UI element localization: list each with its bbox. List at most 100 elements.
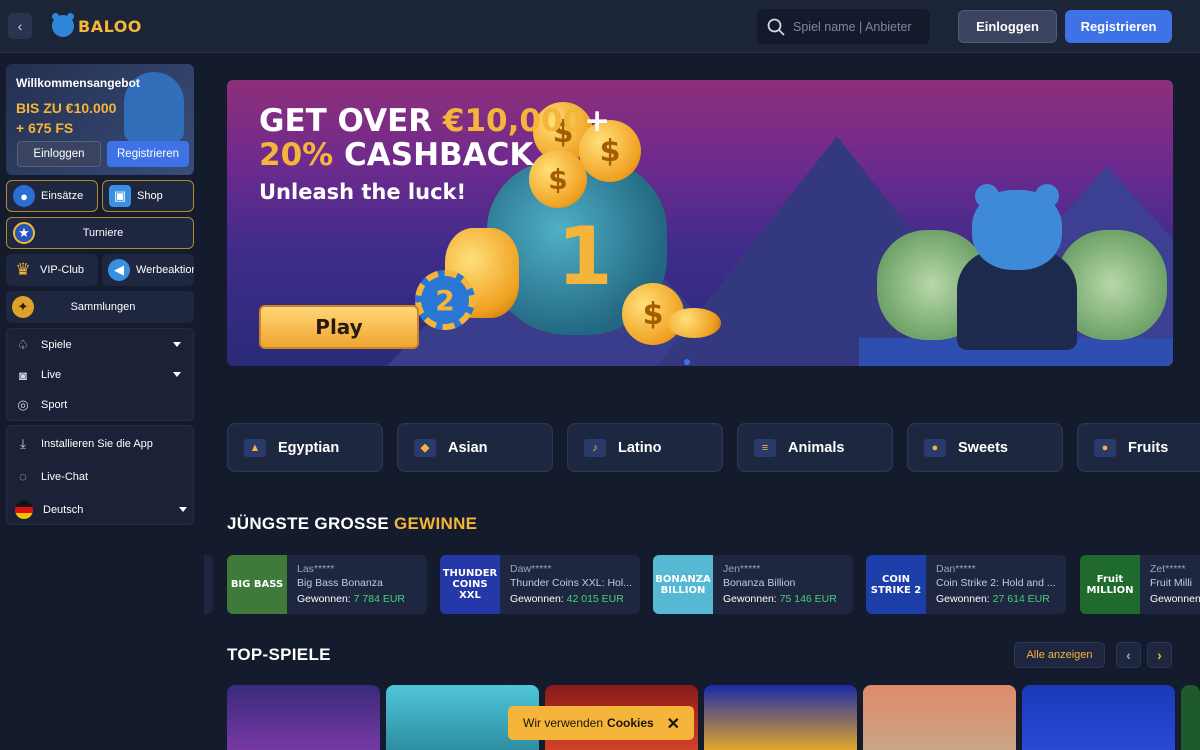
close-icon[interactable]: ✕: [667, 714, 680, 734]
welcome-login-button[interactable]: Einloggen: [17, 141, 101, 167]
chevron-down-icon: [179, 507, 187, 512]
tile-label: Shop: [137, 190, 163, 202]
win-game: Fruit Milli: [1150, 577, 1192, 589]
sidebar-item-live[interactable]: ◙ Live: [7, 360, 193, 390]
category-label: Egyptian: [278, 439, 340, 456]
sidebar-item-label: Live-Chat: [41, 470, 89, 483]
category-asian[interactable]: ◆ Asian: [397, 423, 553, 472]
win-card-partial[interactable]: Fruit MILLION Zet***** Fruit Milli Gewon…: [1080, 555, 1200, 614]
won-label: Gewonnen:: [936, 593, 990, 605]
next-arrow-button[interactable]: ›: [1147, 642, 1172, 668]
won-label: Gewonnen:: [510, 593, 564, 605]
brand-name: BALOO: [78, 16, 142, 36]
win-card[interactable]: COIN STRIKE 2 Dan***** Coin Strike 2: Ho…: [866, 555, 1066, 614]
recent-wins-title: JÜNGSTE GROSSE GEWINNE: [227, 514, 477, 534]
sidebar-tile-einsaetze[interactable]: ● Einsätze: [6, 180, 98, 212]
game-tile[interactable]: [704, 685, 857, 750]
welcome-amount: BIS ZU €10.000 + 675 FS: [16, 98, 116, 138]
win-amount: Gewonnen: 42 015 EUR: [510, 593, 624, 605]
bear-logo-icon: [52, 13, 74, 37]
sidebar-item-live-chat[interactable]: ◌ Live-Chat: [7, 460, 193, 493]
win-game: Thunder Coins XXL: Hol...: [510, 577, 632, 589]
chevron-down-icon: [173, 342, 181, 347]
register-button[interactable]: Registrieren: [1065, 10, 1172, 43]
soccer-ball-icon: ◎: [17, 397, 29, 412]
sidebar-item-language[interactable]: Deutsch: [7, 493, 193, 526]
tile-label: Sammlungen: [70, 301, 136, 313]
game-thumbnail: Fruit MILLION: [1080, 555, 1140, 614]
promo-banner[interactable]: 1 $ $ $ 2 $ GET OVER €10,000+ 20% CASHBA…: [227, 80, 1173, 366]
game-thumbnail: THUNDER COINS XXL: [440, 555, 500, 614]
title-accent: GEWINNE: [393, 514, 478, 533]
tile-label: Einsätze: [41, 190, 84, 202]
welcome-register-button[interactable]: Registrieren: [107, 141, 189, 167]
lantern-icon: ◆: [414, 438, 436, 457]
sidebar-tile-shop[interactable]: ▣ Shop: [102, 180, 194, 212]
game-tile[interactable]: [1022, 685, 1175, 750]
win-card-partial[interactable]: [204, 555, 213, 614]
sidebar-extra: ⤓ Installieren Sie die App ◌ Live-Chat D…: [6, 425, 194, 525]
prev-arrow-button[interactable]: ‹: [1116, 642, 1141, 668]
germany-flag-icon: [15, 500, 33, 519]
win-value: 42 015 EUR: [566, 593, 624, 605]
back-chevron-icon[interactable]: ‹: [8, 13, 32, 39]
win-user: Las*****: [297, 563, 335, 575]
top-bar: ‹ BALOO Einloggen Registrieren: [0, 0, 1200, 53]
search-box[interactable]: [757, 9, 930, 44]
sidebar-item-label: Spiele: [41, 339, 72, 351]
cashback-label: CASHBACK: [333, 137, 534, 173]
category-latino[interactable]: ♪ Latino: [567, 423, 723, 472]
cookie-text: Wir verwenden: [523, 716, 604, 730]
category-animals[interactable]: ≡ Animals: [737, 423, 893, 472]
category-label: Fruits: [1128, 439, 1169, 456]
play-button[interactable]: Play: [259, 305, 419, 349]
live-icon: ◙: [19, 367, 27, 383]
show-all-button[interactable]: Alle anzeigen: [1014, 642, 1105, 668]
win-user: Dan*****: [936, 563, 976, 575]
sidebar-item-sport[interactable]: ◎ Sport: [7, 390, 193, 420]
welcome-amount-line2: + 675 FS: [16, 120, 74, 136]
game-tile[interactable]: [227, 685, 380, 750]
category-sweets[interactable]: ● Sweets: [907, 423, 1063, 472]
sidebar-item-install-app[interactable]: ⤓ Installieren Sie die App: [7, 428, 193, 460]
win-value: 27 614 EUR: [992, 593, 1050, 605]
win-user: Daw*****: [510, 563, 552, 575]
game-tile[interactable]: [863, 685, 1016, 750]
win-game: Bonanza Billion: [723, 577, 796, 589]
chevron-down-icon: [173, 372, 181, 377]
win-card[interactable]: BONANZA BILLION Jen***** Bonanza Billion…: [653, 555, 853, 614]
banner-headline: GET OVER €10,000+ 20% CASHBACK: [259, 104, 610, 172]
win-user: Jen*****: [723, 563, 761, 575]
bomb-icon: ●: [13, 185, 35, 207]
cookie-bold-text: Cookies: [607, 716, 654, 730]
sidebar-item-label: Live: [41, 369, 62, 381]
pyramid-icon: ▲: [244, 438, 266, 457]
sidebar-tile-turniere[interactable]: ★ Turniere: [6, 217, 194, 249]
login-button[interactable]: Einloggen: [958, 10, 1057, 43]
sidebar-item-label: Sport: [41, 399, 68, 411]
search-input[interactable]: [793, 19, 923, 34]
game-tile-partial[interactable]: [1181, 685, 1200, 750]
category-fruits[interactable]: ● Fruits: [1077, 423, 1200, 472]
medal-icon: ✦: [12, 296, 34, 318]
game-thumbnail: BONANZA BILLION: [653, 555, 713, 614]
cookie-banner: Wir verwenden Cookies ✕: [508, 706, 694, 740]
chat-icon: ◌: [19, 469, 27, 484]
welcome-offer-card[interactable]: Willkommensangebot BIS ZU €10.000 + 675 …: [6, 64, 194, 175]
win-value: 7 784 EUR: [353, 593, 406, 605]
win-amount: Gewonnen: 7 784 EUR: [297, 593, 405, 605]
headline-suffix: +: [584, 103, 611, 139]
category-label: Latino: [618, 439, 662, 456]
welcome-amount-line1: BIS ZU €10.000: [16, 100, 117, 116]
tile-label: VIP-Club: [40, 264, 85, 276]
sidebar-item-spiele[interactable]: ♤ Spiele: [7, 330, 193, 360]
sidebar-tile-werbeaktionen[interactable]: ◀ Werbeaktionen: [102, 254, 194, 286]
win-card[interactable]: BIG BASS Las***** Big Bass Bonanza Gewon…: [227, 555, 427, 614]
category-egyptian[interactable]: ▲ Egyptian: [227, 423, 383, 472]
sidebar-tile-sammlungen[interactable]: ✦ Sammlungen: [6, 291, 194, 323]
sidebar-tile-vip-club[interactable]: ♛ VIP-Club: [6, 254, 98, 286]
baloo-logo[interactable]: BALOO: [52, 13, 142, 37]
bag-number: 1: [557, 210, 613, 303]
win-card[interactable]: THUNDER COINS XXL Daw***** Thunder Coins…: [440, 555, 640, 614]
carousel-dot[interactable]: [684, 359, 690, 365]
